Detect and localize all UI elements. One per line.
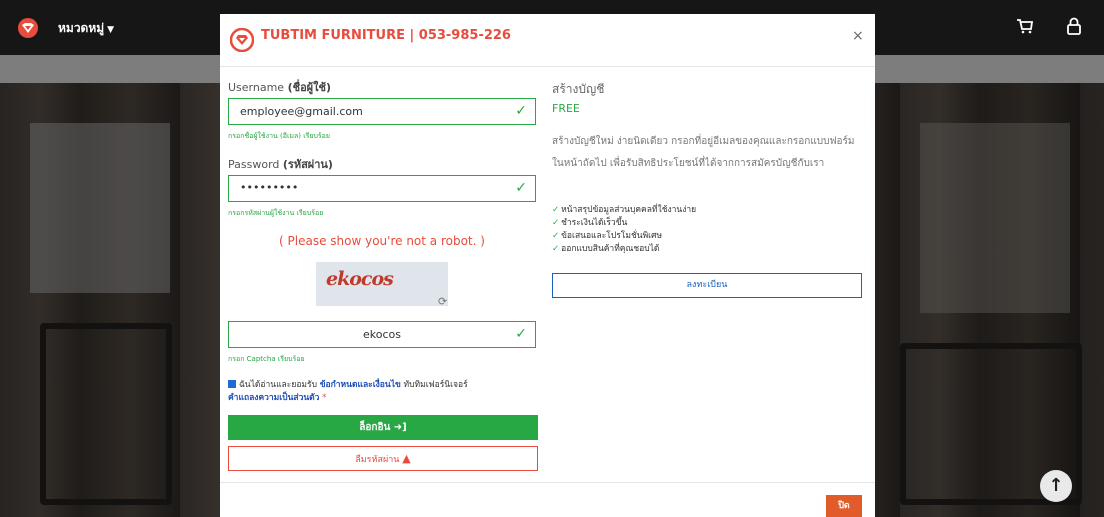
background-chair (40, 323, 172, 505)
password-field[interactable]: ••••••••• ✓ (228, 175, 536, 202)
close-icon[interactable]: × (852, 28, 864, 44)
category-menu[interactable]: หมวดหมู่ ▼ (58, 19, 114, 38)
login-button[interactable]: ล็อกอิน ➜] (228, 415, 538, 440)
captcha-value: ekocos (363, 328, 401, 341)
forgot-password-label: ลืมรหัสผ่าน (355, 455, 400, 465)
modal-header: TUBTIM FURNITURE | 053-985-226 × (220, 14, 875, 67)
check-icon: ✓ (515, 180, 527, 196)
username-label: Username (ชื่อผู้ใช้) (228, 78, 331, 96)
username-hint: กรอกชื่อผู้ใช้งาน (อีเมล) เรียบร้อย (228, 132, 330, 140)
register-title: สร้างบัญชี (552, 82, 605, 96)
username-label-en: Username (228, 81, 285, 94)
check-icon: ✓ (515, 103, 527, 119)
forgot-password-button[interactable]: ลืมรหัสผ่าน ▲ (228, 446, 538, 471)
password-value: ••••••••• (240, 181, 299, 194)
close-button[interactable]: ปิด (826, 495, 862, 517)
captcha-hint: กรอก Captcha เรียบร้อย (228, 355, 305, 363)
benefit-text: ออกแบบสินค้าที่คุณชอบได้ (561, 244, 660, 254)
terms-prefix: ฉันได้อ่านและยอมรับ (239, 380, 317, 390)
lock-icon[interactable] (1066, 17, 1082, 39)
password-label-en: Password (228, 158, 280, 171)
benefit-text: หน้าสรุปข้อมูลส่วนบุคคลที่ใช้งานง่าย (561, 205, 697, 215)
captcha-input[interactable]: ekocos ✓ (228, 321, 536, 348)
sign-in-icon: ➜] (393, 422, 407, 433)
background-window (30, 123, 170, 293)
list-item: ✓ หน้าสรุปข้อมูลส่วนบุคคลที่ใช้งานง่าย (552, 204, 862, 217)
username-field[interactable]: employee@gmail.com ✓ (228, 98, 536, 125)
password-label-th: (รหัสผ่าน) (282, 158, 333, 171)
password-label: Password (รหัสผ่าน) (228, 155, 333, 173)
cart-icon[interactable] (1016, 17, 1034, 40)
check-icon: ✓ (552, 231, 560, 241)
benefit-text: ข้อเสนอและโปรโมชั่นพิเศษ (561, 231, 663, 241)
username-value: employee@gmail.com (240, 105, 363, 118)
modal-footer-divider (220, 482, 875, 483)
login-modal: TUBTIM FURNITURE | 053-985-226 × Usernam… (220, 14, 875, 517)
list-item: ✓ ข้อเสนอและโปรโมชั่นพิเศษ (552, 230, 862, 243)
category-menu-label: หมวดหมู่ (58, 21, 105, 35)
free-label: FREE (552, 102, 580, 115)
benefit-text: ชำระเงินได้เร็วขึ้น (561, 218, 628, 228)
terms-agreement: ฉันได้อ่านและยอมรับ ข้อกำหนดและเงื่อนไข … (228, 379, 538, 405)
chevron-down-icon: ▼ (107, 25, 115, 35)
required-mark: * (322, 393, 327, 403)
check-icon: ✓ (552, 205, 560, 215)
refresh-icon[interactable]: ⟳ (438, 295, 447, 308)
register-button[interactable]: ลงทะเบียน (552, 273, 862, 298)
list-item: ✓ ชำระเงินได้เร็วขึ้น (552, 217, 862, 230)
logo-icon[interactable] (18, 18, 38, 38)
terms-middle: ทับทิมเฟอร์นิเจอร์ (403, 380, 468, 390)
username-label-th: (ชื่อผู้ใช้) (287, 81, 331, 94)
register-description: สร้างบัญชีใหม่ ง่ายนิดเดียว กรอกที่อยู่อ… (552, 136, 855, 169)
privacy-link[interactable]: คำแถลงความเป็นส่วนตัว (228, 393, 319, 403)
robot-prompt: ( Please show you're not a robot. ) (279, 234, 485, 248)
list-item: ✓ ออกแบบสินค้าที่คุณชอบได้ (552, 243, 862, 256)
background-window (920, 123, 1070, 313)
terms-checkbox[interactable] (228, 380, 236, 388)
warning-icon: ▲ (402, 452, 411, 465)
modal-title: TUBTIM FURNITURE | 053-985-226 (261, 28, 511, 43)
login-button-label: ล็อกอิน (359, 422, 391, 433)
terms-link[interactable]: ข้อกำหนดและเงื่อนไข (320, 380, 401, 390)
check-icon: ✓ (552, 218, 560, 228)
scroll-to-top-button[interactable]: ↑ (1040, 470, 1072, 502)
captcha-image-text: ekocos (326, 268, 394, 290)
check-icon: ✓ (552, 244, 560, 254)
benefits-list: ✓ หน้าสรุปข้อมูลส่วนบุคคลที่ใช้งานง่าย ✓ ช… (552, 204, 862, 256)
brand-logo-icon (229, 27, 255, 56)
password-hint: กรอกรหัสผ่านผู้ใช้งาน เรียบร้อย (228, 209, 324, 217)
captcha-image: ekocos (316, 262, 448, 306)
check-icon: ✓ (515, 326, 527, 342)
